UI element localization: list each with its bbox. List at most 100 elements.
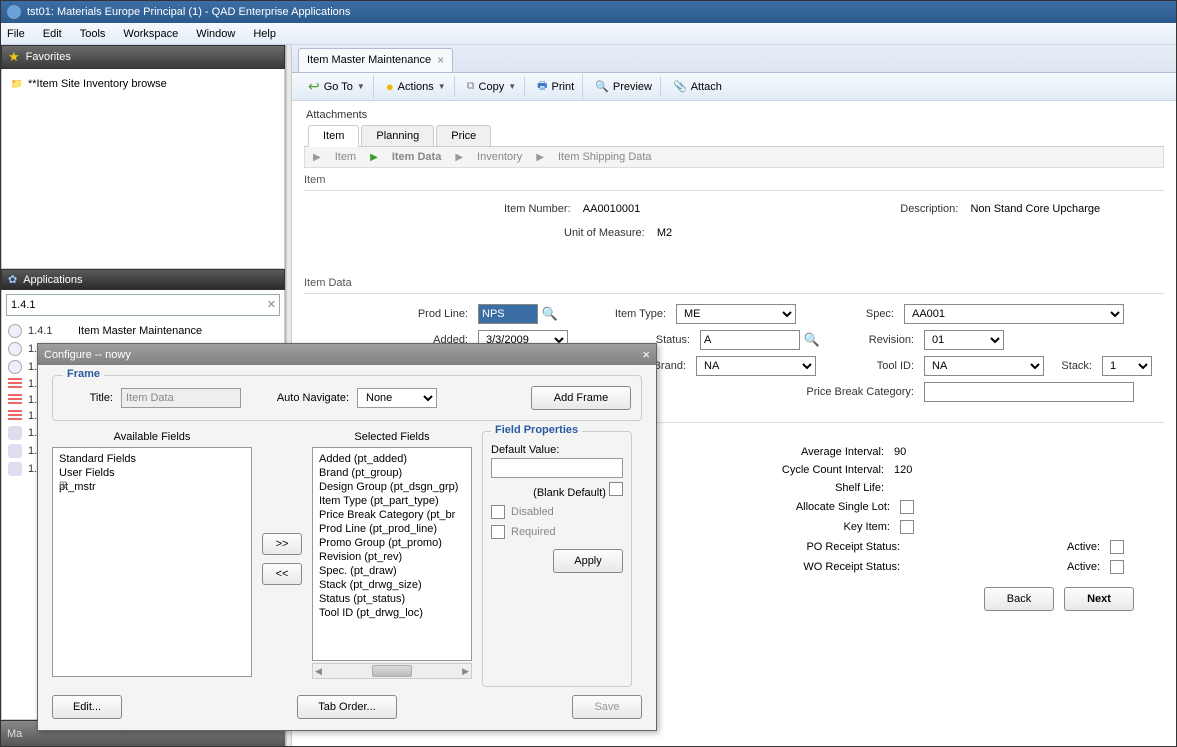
triangle-icon: ▶: [370, 152, 378, 163]
list-item[interactable]: Item Type (pt_part_type): [319, 494, 465, 508]
selected-fields-list[interactable]: Added (pt_added)Brand (pt_group)Design G…: [312, 447, 472, 661]
avg-interval-label: Average Interval:: [714, 446, 884, 458]
printer-icon: 🖶: [537, 77, 547, 96]
item-icon: [8, 462, 22, 476]
favorites-header[interactable]: ★ Favorites: [1, 45, 285, 69]
crumb-shipping[interactable]: Item Shipping Data: [558, 151, 652, 163]
save-button[interactable]: Save: [572, 695, 642, 719]
list-item[interactable]: Tool ID (pt_drwg_loc): [319, 606, 465, 620]
attachments-label[interactable]: Attachments: [304, 107, 1164, 125]
triangle-icon: ▶: [536, 152, 544, 163]
list-item[interactable]: Revision (pt_rev): [319, 550, 465, 564]
autonav-select[interactable]: None: [357, 388, 437, 408]
po-active-checkbox[interactable]: [1110, 540, 1124, 554]
alloc-checkbox[interactable]: [900, 500, 914, 514]
favorites-body: 📁 **Item Site Inventory browse: [1, 69, 285, 269]
next-button[interactable]: Next: [1064, 587, 1134, 611]
list-item[interactable]: Price Break Category (pt_br: [319, 508, 465, 522]
list-item[interactable]: Design Group (pt_dsgn_grp): [319, 480, 465, 494]
wo-active-checkbox[interactable]: [1110, 560, 1124, 574]
menu-edit[interactable]: Edit: [43, 28, 62, 40]
scroll-right-icon[interactable]: ▶: [462, 666, 469, 677]
apply-button[interactable]: Apply: [553, 549, 623, 573]
list-item[interactable]: Added (pt_added): [319, 452, 465, 466]
crumb-item[interactable]: Item: [335, 151, 356, 163]
key-item-checkbox[interactable]: [900, 520, 914, 534]
tab-planning[interactable]: Planning: [361, 125, 434, 146]
list-item[interactable]: Promo Group (pt_promo): [319, 536, 465, 550]
back-button[interactable]: Back: [984, 587, 1054, 611]
list-item[interactable]: User Fields: [59, 466, 245, 480]
menu-file[interactable]: File: [7, 28, 25, 40]
favorite-item[interactable]: 📁 **Item Site Inventory browse: [8, 75, 278, 93]
tree-item[interactable]: pt_mstr: [59, 480, 245, 494]
doc-tab[interactable]: Item Master Maintenance ×: [298, 48, 453, 72]
disabled-checkbox[interactable]: [491, 505, 505, 519]
crumb-inventory[interactable]: Inventory: [477, 151, 522, 163]
status-input[interactable]: [700, 330, 800, 350]
cci-label: Cycle Count Interval:: [714, 464, 884, 476]
menu-workspace[interactable]: Workspace: [123, 28, 178, 40]
scrollbar[interactable]: ◀▶: [312, 663, 472, 679]
list-item[interactable]: Standard Fields: [59, 452, 245, 466]
item-icon: [8, 360, 22, 374]
tab-price[interactable]: Price: [436, 125, 491, 146]
attach-button[interactable]: 📎Attach: [665, 77, 730, 96]
preview-button[interactable]: 🔍Preview: [587, 77, 661, 96]
item-number-label: Item Number:: [504, 203, 577, 215]
menubar: File Edit Tools Workspace Window Help: [1, 23, 1176, 45]
move-right-button[interactable]: >>: [262, 533, 302, 555]
tab-order-button[interactable]: Tab Order...: [297, 695, 397, 719]
goto-button[interactable]: ↩Go To▼: [300, 75, 374, 98]
menu-tools[interactable]: Tools: [80, 28, 106, 40]
list-item[interactable]: Brand (pt_group): [319, 466, 465, 480]
required-checkbox[interactable]: [491, 525, 505, 539]
lookup-icon[interactable]: 🔍: [542, 306, 558, 322]
default-value-input[interactable]: [491, 458, 623, 478]
edit-button[interactable]: Edit...: [52, 695, 122, 719]
list-item[interactable]: Stack (pt_drwg_size): [319, 578, 465, 592]
required-label: Required: [511, 526, 556, 538]
close-icon[interactable]: ×: [642, 347, 650, 362]
spec-select[interactable]: AA001: [904, 304, 1124, 324]
window-titlebar: tst01: Materials Europe Principal (1) - …: [1, 1, 1176, 23]
tool-select[interactable]: NA: [924, 356, 1044, 376]
menu-help[interactable]: Help: [253, 28, 276, 40]
actions-button[interactable]: ●Actions▼: [378, 76, 455, 97]
print-button[interactable]: 🖶Print: [529, 74, 583, 99]
available-fields-list[interactable]: Standard Fields User Fields pt_mstr: [52, 447, 252, 677]
list-item[interactable]: Spec. (pt_draw): [319, 564, 465, 578]
stack-select[interactable]: 1: [1102, 356, 1152, 376]
close-icon[interactable]: ×: [437, 53, 444, 67]
clear-icon[interactable]: ✕: [267, 298, 276, 311]
lookup-icon[interactable]: 🔍: [804, 332, 820, 348]
crumb-item-data[interactable]: Item Data: [392, 151, 442, 163]
app-search-input[interactable]: [6, 294, 280, 316]
triangle-icon: ▶: [455, 152, 463, 163]
prod-line-input[interactable]: [478, 304, 538, 324]
dialog-titlebar[interactable]: Configure -- nowy ×: [38, 344, 656, 365]
active-label: Active:: [1050, 561, 1100, 573]
frame-legend: Frame: [63, 368, 104, 380]
item-type-select[interactable]: ME: [676, 304, 796, 324]
blank-default-checkbox[interactable]: [609, 482, 623, 496]
scroll-thumb[interactable]: [372, 665, 412, 677]
list-item[interactable]: Prod Line (pt_prod_line): [319, 522, 465, 536]
list-item[interactable]: Status (pt_status): [319, 592, 465, 606]
pbc-input[interactable]: [924, 382, 1134, 402]
uom-value: M2: [657, 225, 672, 241]
copy-button[interactable]: ⧉Copy▼: [459, 77, 525, 96]
tab-item[interactable]: Item: [308, 125, 359, 147]
brand-select[interactable]: NA: [696, 356, 816, 376]
revision-select[interactable]: 01: [924, 330, 1004, 350]
item-icon: [8, 342, 22, 356]
menu-window[interactable]: Window: [196, 28, 235, 40]
window-title: tst01: Materials Europe Principal (1) - …: [27, 6, 350, 18]
app-row[interactable]: 1.4.1Item Master Maintenance: [8, 322, 278, 340]
add-frame-button[interactable]: Add Frame: [531, 386, 631, 410]
move-left-button[interactable]: <<: [262, 563, 302, 585]
scroll-left-icon[interactable]: ◀: [315, 666, 322, 677]
app-icon: [7, 5, 21, 19]
item-type-label: Item Type:: [562, 308, 672, 320]
applications-header[interactable]: ✿ Applications: [1, 269, 285, 290]
